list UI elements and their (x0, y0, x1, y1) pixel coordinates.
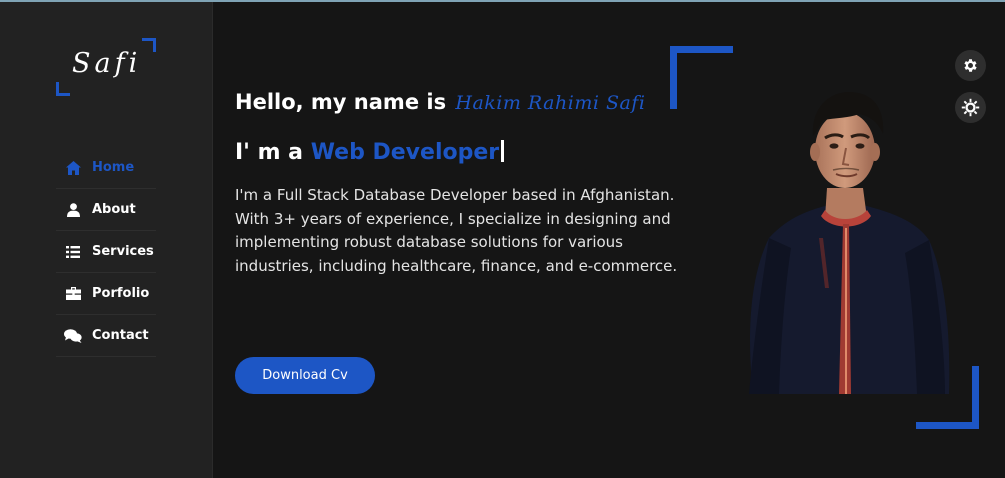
hero-role-line: I' m a Web Developer (235, 140, 505, 165)
nav-item-label: Porfolio (92, 286, 150, 301)
nav-item-contact[interactable]: Contact (56, 315, 156, 357)
home-icon (64, 159, 82, 177)
briefcase-icon (64, 285, 82, 303)
logo[interactable]: Safi (56, 38, 156, 96)
hero-section: Hello, my name is Hakim Rahimi Safi I' m… (213, 2, 1005, 478)
nav-item-about[interactable]: About (56, 189, 156, 231)
logo-corner-bottom-left (56, 82, 70, 96)
nav-item-label: Contact (92, 328, 149, 343)
nav-item-label: Home (92, 160, 135, 175)
hero-description: I'm a Full Stack Database Developer base… (235, 186, 678, 275)
theme-toggle-button[interactable] (955, 92, 986, 123)
nav-item-porfolio[interactable]: Porfolio (56, 273, 156, 315)
role-prefix: I' m a (235, 140, 304, 165)
hero-name: Hakim Rahimi Safi (455, 92, 646, 114)
profile-photo (749, 92, 950, 394)
sun-gear-icon (961, 98, 980, 117)
logo-text: Safi (72, 48, 142, 79)
gear-icon (962, 57, 979, 74)
download-cv-button[interactable]: Download Cv (235, 357, 375, 394)
nav-item-home[interactable]: Home (56, 147, 156, 189)
sidebar-nav: Home About Services Porfolio Contact (56, 147, 156, 357)
hero-greeting-line: Hello, my name is Hakim Rahimi Safi (235, 90, 645, 114)
typing-cursor (501, 140, 505, 162)
nav-item-label: About (92, 202, 136, 217)
sidebar: Safi Home About Services Porfolio Contac… (0, 2, 213, 478)
nav-item-services[interactable]: Services (56, 231, 156, 273)
chat-icon (64, 327, 82, 345)
logo-corner-top-right (142, 38, 156, 52)
settings-toggle-button[interactable] (955, 50, 986, 81)
portrait-frame-top-left (670, 46, 733, 109)
list-icon (64, 243, 82, 261)
role-title: Web Developer (310, 140, 500, 165)
user-icon (64, 201, 82, 219)
greeting-text: Hello, my name is (235, 90, 447, 114)
nav-item-label: Services (92, 244, 154, 259)
